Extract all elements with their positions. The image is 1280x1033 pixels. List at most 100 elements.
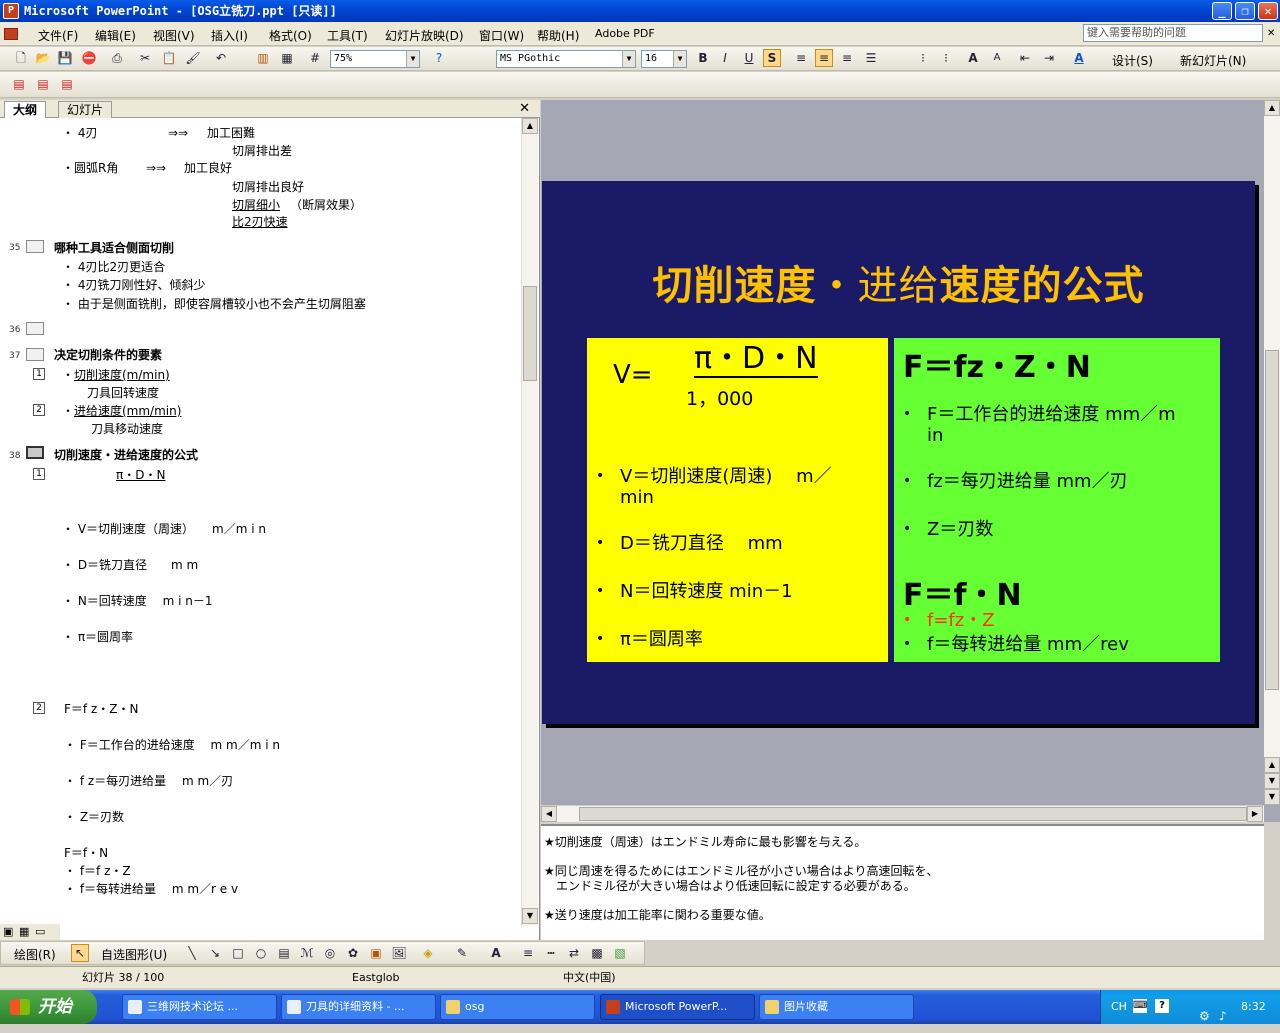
cut-icon[interactable]: ✂ (136, 49, 154, 67)
outline-line[interactable]: ・ f z＝每刃进给量 m m／刃 (64, 774, 233, 788)
menu-tools[interactable]: 工具(T) (327, 27, 368, 44)
select-pointer-icon[interactable]: ↖ (71, 944, 89, 962)
normal-view-icon[interactable]: ▣ (3, 925, 13, 938)
tab-slides[interactable]: 幻灯片 (58, 101, 113, 118)
pane-close-icon[interactable]: ✕ (519, 101, 530, 116)
pdf-convert-icon[interactable]: ▤ (10, 75, 28, 93)
increase-font-icon[interactable]: A (964, 49, 982, 67)
slideshow-icon[interactable]: ▭ (35, 925, 45, 938)
cutting-speed-box[interactable]: V= π・D・N 1，000 • V＝切削速度(周速) m／ min • D＝铣刀直径… (587, 338, 888, 662)
slide-canvas[interactable]: 切削速度・进给速度的公式 V= π・D・N 1，000 • V＝切削速度(周速) … (542, 181, 1255, 724)
format-painter-icon[interactable]: 🖌 (184, 49, 202, 67)
help-icon[interactable]: ? (430, 49, 448, 67)
diagram-icon[interactable]: ◎ (321, 944, 339, 962)
clock[interactable]: 8:32 (1241, 990, 1266, 1024)
outline-line[interactable]: 比2刃快速 (232, 215, 288, 229)
font-color-icon[interactable]: A (1070, 49, 1088, 67)
outline-line[interactable]: ・ V＝切削速度（周速） m／m i n (62, 522, 266, 536)
tab-outline[interactable]: 大纲 (4, 101, 47, 118)
outline-line[interactable]: 加工困難 (207, 126, 255, 140)
next-slide-icon[interactable]: ▼ (1264, 773, 1280, 789)
taskbar-item[interactable]: 刀具的详细资料 - ... (281, 994, 436, 1020)
close-button[interactable]: ✕ (1258, 2, 1278, 20)
taskbar-item-active[interactable]: Microsoft PowerP... (600, 994, 755, 1020)
paste-icon[interactable]: 📋 (160, 49, 178, 67)
menu-close-icon[interactable]: ✕ (1267, 28, 1275, 39)
menu-insert[interactable]: 插入(I) (211, 27, 248, 44)
outline-line[interactable]: 刀具移动速度 (91, 422, 163, 436)
shadow-button[interactable]: S (763, 49, 781, 67)
taskbar-item[interactable]: 图片收藏 (759, 994, 914, 1020)
arrow-icon[interactable]: ↘ (206, 944, 224, 962)
start-button[interactable]: 开始 (0, 990, 97, 1024)
oval-icon[interactable]: ○ (252, 944, 270, 962)
outline-line[interactable]: 加工良好 (184, 161, 232, 175)
feed-speed-box[interactable]: F＝fz・Z・N • F＝工作台的进给速度 mm／m in • fz＝每刃进给量 mm… (894, 338, 1220, 662)
scroll-up-icon[interactable]: ▲ (522, 118, 538, 134)
ime-help-icon[interactable]: ? (1155, 999, 1169, 1013)
chart-icon[interactable]: ▥ (254, 49, 272, 67)
scroll-right-icon[interactable]: ▶ (1247, 806, 1263, 822)
outline-line[interactable]: ・ π＝圆周率 (62, 630, 133, 644)
font-size-select[interactable]: 16 ▼ (641, 50, 687, 68)
line-style-icon[interactable]: ≡ (519, 944, 537, 962)
align-center-icon[interactable]: ≡ (815, 49, 833, 67)
taskbar-item[interactable]: osg (440, 994, 595, 1020)
outline-slide-title[interactable]: 切削速度・进给速度的公式 (54, 448, 198, 462)
outline-line[interactable]: F＝f z・Z・N (64, 702, 138, 716)
outline-line[interactable]: 切削速度(m/min) (74, 368, 170, 382)
help-search-input[interactable]: 键入需要帮助的问题 (1083, 24, 1263, 42)
keyboard-icon[interactable]: ⌨ (1133, 999, 1147, 1013)
pdf-review-icon[interactable]: ▤ (58, 75, 76, 93)
rectangle-icon[interactable]: □ (229, 944, 247, 962)
outline-line[interactable]: ・ 4刃 (62, 126, 97, 140)
menu-adobe-pdf[interactable]: Adobe PDF (595, 27, 655, 40)
chevron-down-icon[interactable]: ▼ (673, 51, 686, 67)
menu-window[interactable]: 窗口(W) (479, 27, 524, 44)
menu-file[interactable]: 文件(F) (38, 27, 78, 44)
slide-icon[interactable] (26, 240, 44, 253)
3d-style-icon[interactable]: ▧ (611, 944, 629, 962)
insert-image-icon[interactable]: 🖼 (390, 944, 408, 962)
open-icon[interactable]: 📂 (34, 49, 52, 67)
scroll-thumb[interactable] (579, 807, 1247, 821)
taskbar-item[interactable]: 三维网技术论坛 ... (122, 994, 277, 1020)
bold-button[interactable]: B (694, 49, 712, 67)
new-icon[interactable]: 🗋 (12, 49, 30, 67)
outline-line[interactable]: 进给速度(mm/min) (74, 404, 181, 418)
shadow-style-icon[interactable]: ▩ (588, 944, 606, 962)
outline-line[interactable]: ・ 4刃比2刃更适合 (62, 260, 165, 274)
align-left-icon[interactable]: ≡ (792, 49, 810, 67)
outline-line[interactable]: 切屑排出差 (232, 144, 292, 158)
increase-indent-icon[interactable]: ⇥ (1040, 49, 1058, 67)
notes-pane[interactable]: ★切削速度（周速）はエンドミル寿命に最も影響を与える。 ★同じ周速を得るためには… (541, 824, 1264, 940)
restore-button[interactable]: ❐ (1235, 2, 1255, 20)
slide-title[interactable]: 切削速度・进给速度的公式 (542, 253, 1255, 311)
new-slide-button[interactable]: 新幻灯片(N) (1180, 52, 1246, 69)
scroll-up-icon[interactable]: ▲ (1264, 757, 1280, 773)
outline-slide-title[interactable]: 决定切削条件的要素 (54, 348, 162, 362)
outline-line[interactable]: F＝f・N (64, 846, 108, 860)
minimize-button[interactable]: _ (1212, 2, 1232, 20)
save-icon[interactable]: 💾 (56, 49, 74, 67)
outline-line[interactable]: 刀具回转速度 (87, 386, 159, 400)
wordart-icon[interactable]: ℳ (298, 944, 316, 962)
autoshape-menu[interactable]: 自选图形(U) (101, 946, 167, 963)
table-icon[interactable]: ▦ (278, 49, 296, 67)
line-icon[interactable]: ╲ (183, 944, 201, 962)
dash-style-icon[interactable]: ┅ (542, 944, 560, 962)
network-icon[interactable]: ⚙ (1199, 999, 1210, 1033)
outline-line[interactable]: ・圆弧R角 (62, 161, 118, 175)
picture-icon[interactable]: ▣ (367, 944, 385, 962)
font-select[interactable]: MS PGothic ▼ (496, 50, 636, 68)
textbox-icon[interactable]: ▤ (275, 944, 293, 962)
menu-edit[interactable]: 编辑(E) (95, 27, 136, 44)
line-color-icon[interactable]: ✎ (453, 944, 471, 962)
slide-icon[interactable] (26, 322, 44, 335)
scroll-thumb[interactable] (523, 286, 537, 381)
chevron-down-icon[interactable]: ▼ (622, 51, 635, 67)
scroll-left-icon[interactable]: ◀ (541, 806, 557, 822)
outline-line[interactable]: ⇒⇒ (168, 126, 188, 140)
scroll-down-icon[interactable]: ▼ (522, 908, 538, 924)
font-color-icon[interactable]: A (487, 944, 505, 962)
